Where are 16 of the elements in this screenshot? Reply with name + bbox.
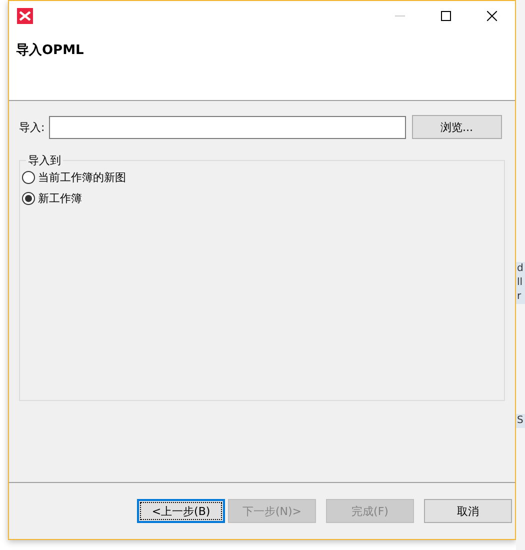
wizard-button[interactable]: 取消 [424, 499, 512, 523]
group-title: 导入到 [27, 153, 62, 168]
radio-option[interactable]: 当前工作簿的新图 [22, 170, 496, 185]
browse-button[interactable]: 浏览... [412, 115, 502, 139]
import-label: 导入: [19, 120, 45, 134]
background-text: d [516, 262, 525, 276]
wizard-button[interactable]: <上一步(B) [137, 499, 225, 523]
background-text: r [516, 290, 525, 304]
maximize-icon[interactable] [441, 11, 451, 21]
dialog-title: 导入OPML [15, 42, 85, 59]
import-path-field[interactable] [48, 116, 406, 138]
close-icon[interactable] [487, 11, 497, 21]
background-text: ll [516, 276, 525, 290]
radio-option[interactable]: 新工作簿 [22, 191, 496, 206]
app-logo-icon [17, 8, 33, 24]
background-text: S [516, 414, 525, 428]
